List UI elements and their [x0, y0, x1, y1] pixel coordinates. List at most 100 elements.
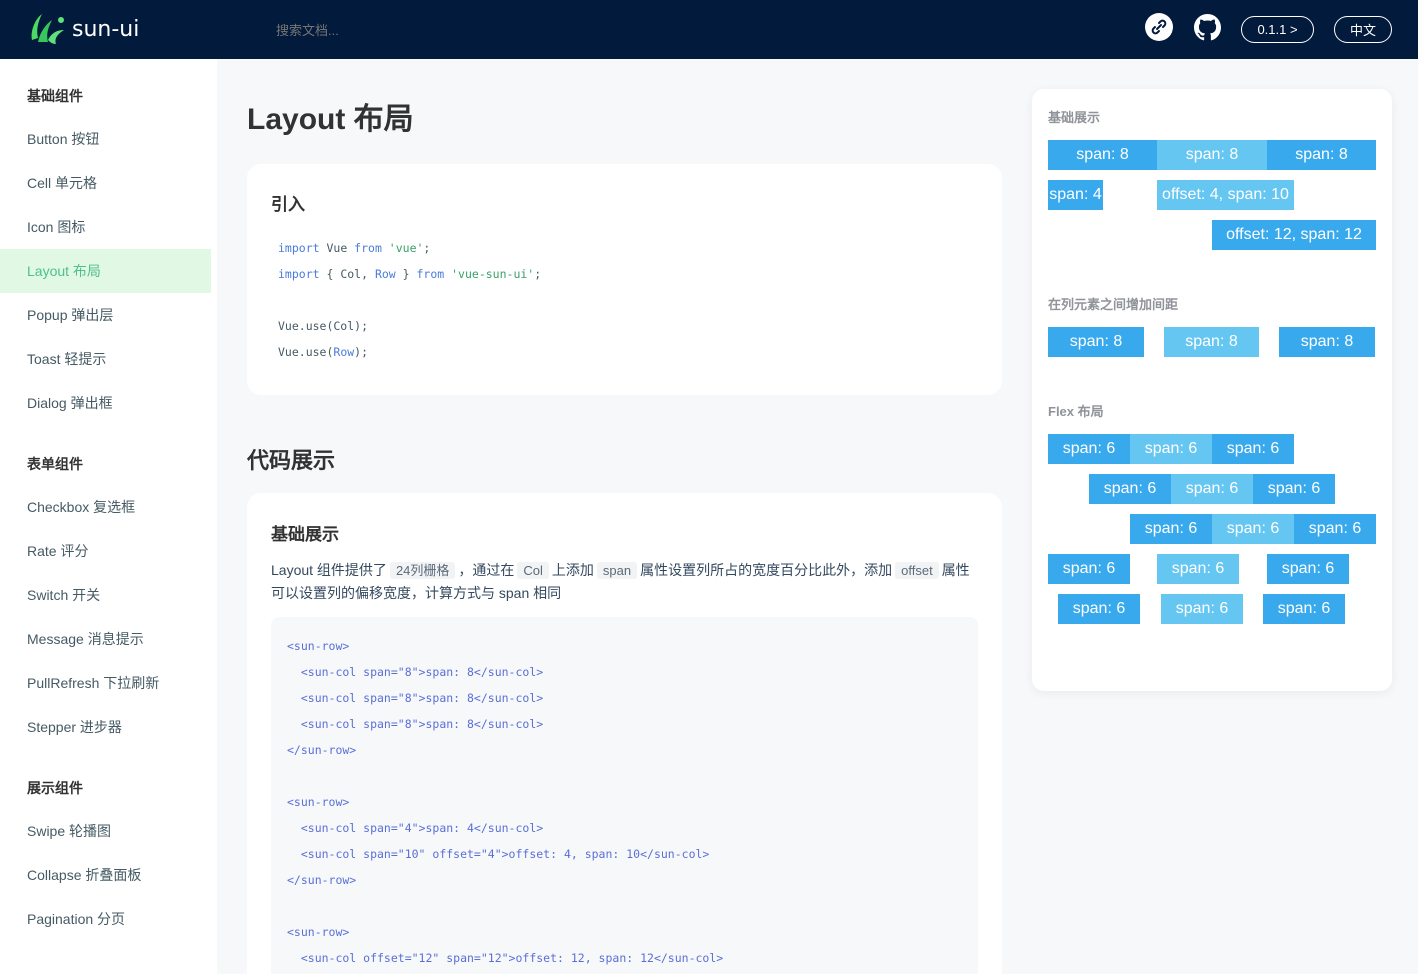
link-icon[interactable] [1145, 13, 1173, 41]
sidebar-item-popup[interactable]: Popup 弹出层 [0, 293, 211, 337]
inline-code: 24列栅格 [389, 562, 456, 579]
col-flex-span-6: span: 6 [1089, 474, 1171, 504]
inline-code: span [596, 562, 638, 579]
code-line: <sun-col offset="12" span="12">offset: 1… [287, 951, 724, 965]
inline-code: offset [895, 562, 939, 579]
sidebar-item-rate[interactable]: Rate 评分 [0, 529, 211, 573]
code-keyword: import [278, 267, 320, 281]
col-flex-span-6: span: 6 [1161, 594, 1243, 624]
sidebar-item-pullrefresh[interactable]: PullRefresh 下拉刷新 [0, 661, 211, 705]
top-navbar: sun-ui 0.1.1 > 中文 [0, 0, 1418, 59]
sidebar-item-layout[interactable]: Layout 布局 [0, 249, 211, 293]
code-line: </sun-row> [287, 743, 357, 757]
col-flex-span-6: span: 6 [1058, 594, 1140, 624]
sidebar-item-stepper[interactable]: Stepper 进步器 [0, 705, 211, 749]
code-text: { Col, [319, 267, 375, 281]
sidebar-item-collapse[interactable]: Collapse 折叠面板 [0, 853, 211, 897]
section-title: 代码展示 [247, 448, 336, 473]
code-line: <sun-col span="4">span: 4</sun-col> [287, 821, 544, 835]
code-keyword: Row [374, 267, 396, 281]
description: Layout 组件提供了 24列栅格 ，通过在 Col 上添加 span 属性设置列所占的宽… [271, 559, 981, 605]
sidebar-item-switch[interactable]: Switch 开关 [0, 573, 211, 617]
version-button[interactable]: 0.1.1 > [1241, 16, 1314, 43]
col-flex-span-6: span: 6 [1263, 594, 1345, 624]
code-line: Vue.use(Row); [278, 339, 368, 365]
intro-card: 引入 import Vue from 'vue'; import { Col, … [247, 164, 1002, 395]
language-button[interactable]: 中文 [1334, 16, 1392, 43]
col-gutter-span-8: span: 8 [1048, 327, 1144, 357]
logo[interactable]: sun-ui [26, 10, 139, 48]
code-line: <sun-col span="10" offset="4">offset: 4,… [287, 847, 710, 861]
col-flex-span-6: span: 6 [1212, 514, 1294, 544]
col-flex-span-6: span: 6 [1171, 474, 1253, 504]
code-keyword: import [278, 241, 320, 255]
code-string: 'vue-sun-ui' [444, 267, 535, 281]
col-flex-span-6: span: 6 [1130, 514, 1212, 544]
code-text: ); [354, 345, 369, 359]
card-title: 引入 [271, 195, 305, 214]
inline-code: Col [517, 562, 549, 579]
code-line: </sun-row> [287, 873, 357, 887]
sidebar-item-message[interactable]: Message 消息提示 [0, 617, 211, 661]
demo-card: 基础展示 Layout 组件提供了 24列栅格 ，通过在 Col 上添加 span 属性设置… [247, 493, 1002, 974]
code-text: Vue.use( [278, 345, 334, 359]
sidebar-item-toast[interactable]: Toast 轻提示 [0, 337, 211, 381]
code-line: <sun-col span="8">span: 8</sun-col> [287, 717, 544, 731]
preview-panel: 基础展示 span: 8 span: 8 span: 8 span: 4 off… [1032, 89, 1392, 691]
card-title: 基础展示 [271, 525, 339, 544]
code-keyword: Row [333, 345, 355, 359]
col-offset-12-span-12: offset: 12, span: 12 [1212, 220, 1376, 250]
desc-text: Layout 组件提供了 [271, 562, 387, 578]
preview-section-title: Flex 布局 [1048, 404, 1104, 419]
col-offset-4-span-10: offset: 4, span: 10 [1157, 180, 1294, 210]
nav-group-title: 基础组件 [27, 88, 83, 104]
code-text: Vue [319, 241, 355, 255]
code-line: <sun-col span="8">span: 8</sun-col> [287, 665, 544, 679]
code-text: ; [423, 241, 431, 255]
desc-text: 上添加 [551, 562, 594, 578]
preview-section-title: 基础展示 [1048, 110, 1101, 125]
col-span-8: span: 8 [1267, 140, 1376, 170]
search-input[interactable] [276, 20, 576, 40]
sidebar-item-pagination[interactable]: Pagination 分页 [0, 897, 211, 941]
sidebar-item-checkbox[interactable]: Checkbox 复选框 [0, 485, 211, 529]
col-flex-span-6: span: 6 [1267, 554, 1349, 584]
code-string: 'vue' [381, 241, 424, 255]
col-span-4: span: 4 [1048, 180, 1103, 210]
nav-group-title: 表单组件 [27, 456, 83, 472]
col-span-8: span: 8 [1157, 140, 1267, 170]
sidebar: 基础组件 Button 按钮 Cell 单元格 Icon 图标 Layout 布… [0, 59, 217, 974]
code-line: <sun-row> [287, 639, 350, 653]
col-flex-span-6: span: 6 [1048, 434, 1130, 464]
code-text: } [395, 267, 417, 281]
col-gutter-span-8: span: 8 [1279, 327, 1375, 357]
col-flex-span-6: span: 6 [1294, 514, 1376, 544]
sidebar-item-cell[interactable]: Cell 单元格 [0, 161, 211, 205]
code-line: import Vue from 'vue'; [278, 235, 430, 261]
preview-section-title: 在列元素之间增加间距 [1048, 297, 1179, 312]
code-keyword: from [354, 241, 382, 255]
code-keyword: from [416, 267, 445, 281]
logo-text: sun-ui [72, 16, 140, 42]
nav-group-title: 展示组件 [27, 780, 83, 796]
col-flex-span-6: span: 6 [1130, 434, 1212, 464]
sidebar-item-icon[interactable]: Icon 图标 [0, 205, 211, 249]
col-flex-span-6: span: 6 [1048, 554, 1130, 584]
page-title: Layout 布局 [247, 103, 414, 136]
col-span-8: span: 8 [1048, 140, 1157, 170]
sidebar-item-button[interactable]: Button 按钮 [0, 117, 211, 161]
code-line: <sun-row> [287, 925, 350, 939]
sidebar-item-swipe[interactable]: Swipe 轮播图 [0, 809, 211, 853]
col-gutter-span-8: span: 8 [1164, 327, 1259, 357]
col-flex-span-6: span: 6 [1253, 474, 1335, 504]
code-line: <sun-row> [287, 795, 350, 809]
code-line: import { Col, Row } from 'vue-sun-ui'; [278, 261, 541, 287]
code-text: ; [534, 267, 542, 281]
desc-text: ，通过在 [458, 562, 515, 578]
sun-ui-logo-icon [31, 14, 64, 44]
col-flex-span-6: span: 6 [1157, 554, 1239, 584]
desc-text: 属性设置列所占的宽度百分比此外，添加 [640, 562, 893, 578]
col-flex-span-6: span: 6 [1212, 434, 1294, 464]
sidebar-item-dialog[interactable]: Dialog 弹出框 [0, 381, 211, 425]
github-icon[interactable] [1193, 13, 1221, 41]
